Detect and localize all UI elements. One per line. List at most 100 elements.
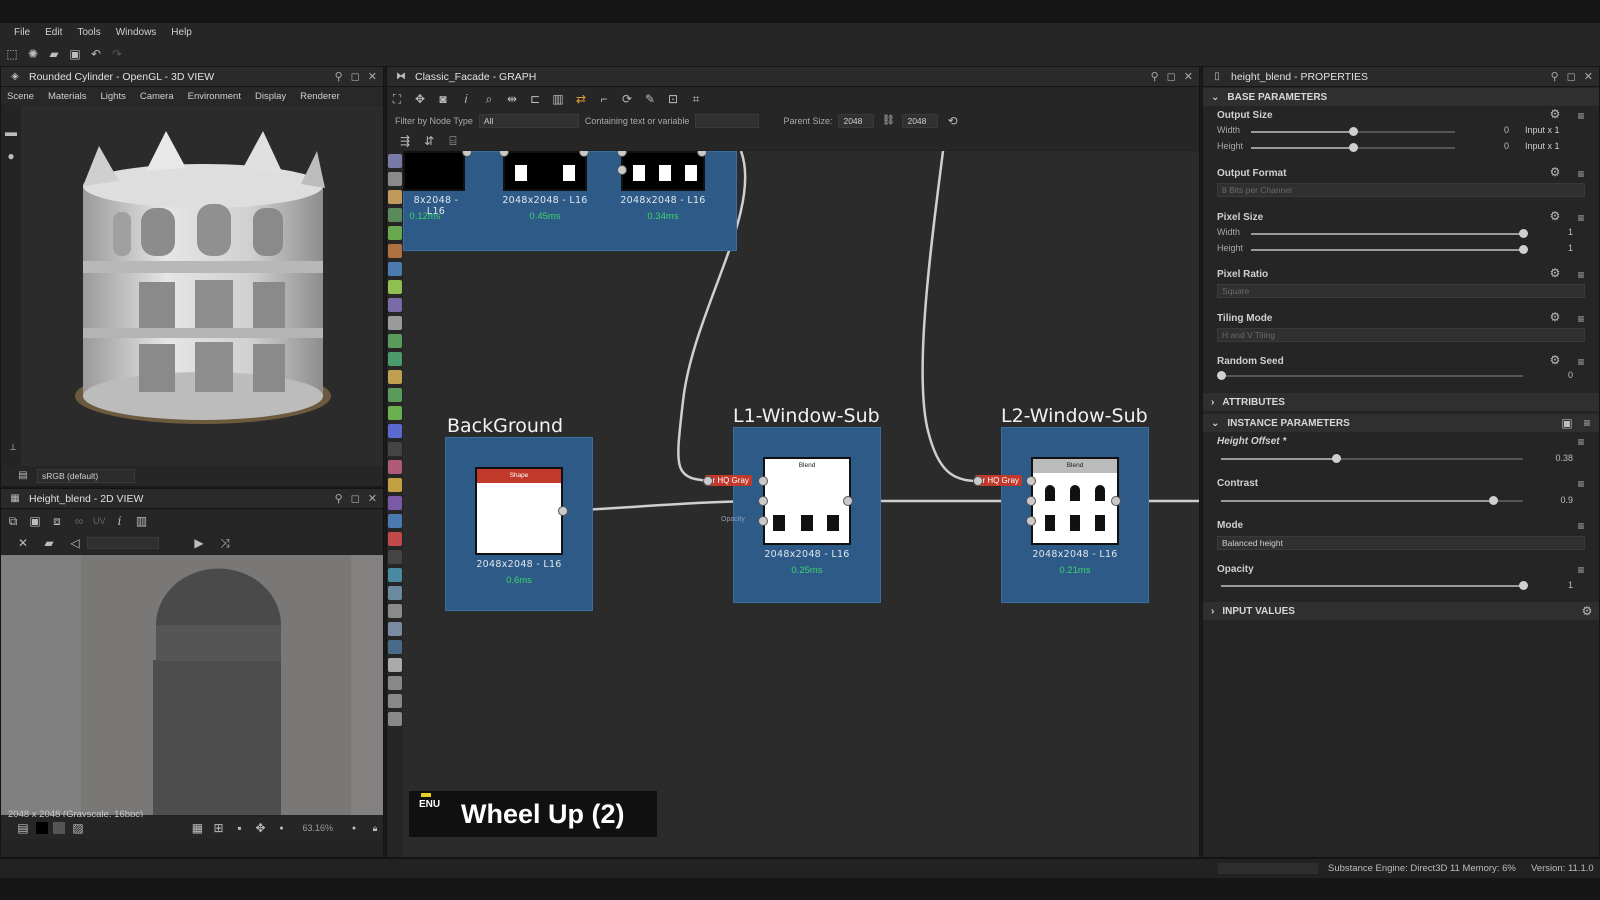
info-icon[interactable]: i	[112, 513, 128, 529]
function-graph-icon[interactable]: ⚙	[1547, 352, 1563, 368]
new-graph-icon[interactable]: ✺	[25, 46, 41, 62]
library-ruler-icon[interactable]	[388, 460, 402, 474]
param-menu-icon[interactable]: ≡	[1573, 562, 1589, 578]
top-node-1-thumb[interactable]	[403, 151, 465, 191]
library-dot-icon[interactable]	[388, 694, 402, 708]
refresh-icon[interactable]: ⟳	[619, 91, 635, 107]
random-seed-value[interactable]: 0	[1543, 370, 1573, 380]
library-tint-icon[interactable]	[388, 244, 402, 258]
library-warp-icon[interactable]	[388, 586, 402, 600]
tools-icon[interactable]: ✎	[642, 91, 658, 107]
param-menu-icon[interactable]: ≡	[1573, 434, 1589, 450]
snapshot-icon[interactable]: ◙	[435, 91, 451, 107]
library-color-icon[interactable]	[388, 190, 402, 204]
height-offset-slider[interactable]	[1221, 454, 1523, 463]
containing-input[interactable]	[695, 114, 760, 128]
center-icon[interactable]: ✥	[252, 820, 268, 836]
shape-node[interactable]: Shape	[475, 467, 563, 555]
crop-icon[interactable]: ⌗	[688, 91, 704, 107]
library-svg-icon[interactable]	[388, 172, 402, 186]
l2-opacity-pin[interactable]	[1026, 516, 1036, 526]
maximize-icon[interactable]: ◻	[351, 70, 360, 83]
grid-icon[interactable]: ▦	[189, 820, 205, 836]
fit-icon[interactable]: ▪	[231, 820, 247, 836]
l2-output-pin[interactable]	[1111, 496, 1121, 506]
function-graph-icon[interactable]: ⚙	[1547, 265, 1563, 281]
function-graph-icon[interactable]: ⚙	[1547, 309, 1563, 325]
frame-title-l2-window-sub[interactable]: L2-Window-Sub	[1001, 405, 1148, 427]
library-blur-icon[interactable]	[388, 604, 402, 618]
l1-input-pin[interactable]	[703, 476, 713, 486]
shape-output-pin[interactable]	[558, 506, 568, 516]
zoom-level[interactable]: 63.16%	[302, 823, 333, 833]
close-icon[interactable]: ✕	[368, 70, 377, 83]
histogram-icon[interactable]: ▥	[134, 513, 150, 529]
layers-icon[interactable]: ▤	[15, 468, 31, 484]
function-graph-icon[interactable]: ⚙	[1547, 164, 1563, 180]
output-height-mode[interactable]: Input x 1	[1525, 141, 1560, 151]
layout-horizontal-icon[interactable]: ⇶	[397, 133, 413, 149]
link-icon[interactable]: ⇄	[573, 91, 589, 107]
library-edge-icon[interactable]	[388, 622, 402, 636]
frame-slider[interactable]	[87, 537, 159, 549]
camera-icon[interactable]: ▬	[3, 124, 19, 140]
open-folder-icon[interactable]: ▰	[41, 535, 57, 551]
frame-title-l1-window-sub[interactable]: L1-Window-Sub	[733, 405, 880, 427]
save-icon[interactable]: ▣	[67, 46, 83, 62]
output-width-value[interactable]: 0	[1473, 125, 1509, 135]
tab-materials[interactable]: Materials	[48, 91, 87, 102]
align-icon[interactable]: ⊏	[527, 91, 543, 107]
library-paint-icon[interactable]	[388, 532, 402, 546]
3d-viewport[interactable]: ⊥	[9, 106, 383, 466]
lock-icon[interactable]: 🔒︎	[367, 820, 383, 836]
function-graph-icon[interactable]: ⚙	[1547, 106, 1563, 122]
library-fill-icon[interactable]	[388, 334, 402, 348]
pin-icon[interactable]: ⚲	[1551, 70, 1559, 83]
pixel-height-slider[interactable]	[1251, 245, 1528, 254]
close-icon[interactable]: ✕	[368, 492, 377, 505]
light-icon[interactable]: ●	[3, 148, 19, 164]
contrast-slider[interactable]	[1221, 496, 1523, 505]
distribute-icon[interactable]: ⇹	[504, 91, 520, 107]
duplicate-icon[interactable]: ⧈	[49, 513, 65, 529]
reset-size-icon[interactable]: ⟲	[944, 113, 960, 129]
tab-display[interactable]: Display	[255, 91, 286, 102]
param-menu-icon[interactable]: ≡	[1573, 210, 1589, 226]
settings-dot-icon[interactable]: ●	[346, 820, 362, 836]
connect-icon[interactable]: ⌐	[596, 91, 612, 107]
step-back-icon[interactable]: ◁	[67, 535, 83, 551]
move-icon[interactable]: ✥	[412, 91, 428, 107]
layers-icon[interactable]: ▤	[15, 820, 31, 836]
param-menu-icon[interactable]: ≡	[1573, 166, 1589, 182]
library-gradient-icon[interactable]	[388, 226, 402, 240]
section-base-parameters[interactable]: ⌄ BASE PARAMETERS	[1203, 88, 1599, 106]
library-warning-icon[interactable]	[388, 478, 402, 492]
l2-background-pin[interactable]	[1026, 496, 1036, 506]
pin-icon[interactable]: ⚲	[335, 70, 343, 83]
library-text-icon[interactable]	[388, 496, 402, 510]
colorspace-dropdown[interactable]: sRGB (default)	[37, 469, 135, 483]
pixel-width-slider[interactable]	[1251, 229, 1528, 238]
output-width-mode[interactable]: Input x 1	[1525, 125, 1560, 135]
library-frame-icon[interactable]	[388, 514, 402, 528]
param-menu-icon[interactable]: ≡	[1573, 108, 1589, 124]
layout-grid-icon[interactable]: ⌸	[445, 133, 461, 149]
dot-icon[interactable]: ●	[273, 820, 289, 836]
tab-renderer[interactable]: Renderer	[300, 91, 340, 102]
library-noise-icon[interactable]	[388, 370, 402, 384]
tile-icon[interactable]: ⊞	[210, 820, 226, 836]
tab-scene[interactable]: Scene	[7, 91, 34, 102]
pixel-ratio-dropdown[interactable]: Square	[1217, 284, 1585, 298]
library-pen-icon[interactable]	[388, 280, 402, 294]
tiling-mode-dropdown[interactable]: H and V Tiling	[1217, 328, 1585, 342]
library-frame2-icon[interactable]	[388, 640, 402, 654]
maximize-icon[interactable]: ◻	[1167, 70, 1176, 83]
black-bg-swatch[interactable]	[36, 822, 48, 834]
save-icon[interactable]: ▣	[27, 513, 43, 529]
library-sphere-icon[interactable]	[388, 424, 402, 438]
graph-canvas[interactable]: 8x2048 - L16 0.12ms 2048x2048 - L16 0.45…	[403, 151, 1199, 857]
output-height-value[interactable]: 0	[1473, 141, 1509, 151]
l1-opacity-pin[interactable]	[758, 516, 768, 526]
node-pin[interactable]	[617, 165, 627, 175]
library-grid-icon[interactable]	[388, 316, 402, 330]
